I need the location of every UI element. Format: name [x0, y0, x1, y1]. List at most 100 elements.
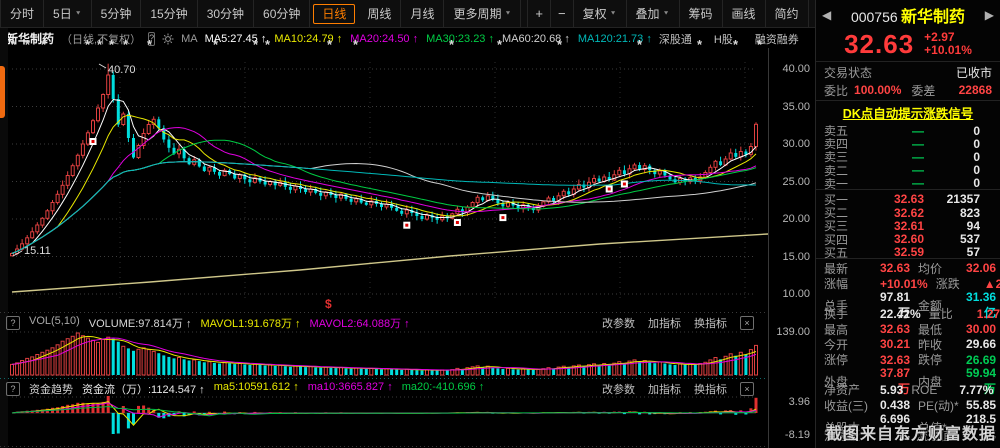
indicator-value: ma10:3665.827 ↑: [308, 381, 393, 397]
stock-trading-app: 分时5日▼5分钟15分钟30分钟60分钟日线周线月线更多周期▼ +−复权▼叠加▼…: [0, 0, 1000, 448]
period-daily[interactable]: 日线: [313, 4, 355, 24]
ask-row[interactable]: 卖五—0: [816, 122, 1000, 135]
price-tick: 10.00: [782, 288, 810, 300]
help-icon[interactable]: ?: [148, 32, 155, 46]
indicator-value: VOL(5,10): [29, 315, 80, 331]
volume-pane-buttons: 改参数加指标换指标 ×: [602, 315, 754, 331]
ma-values: MA5:27.45 ↑MA10:24.79 ↑MA20:24.50 ↑MA30:…: [205, 33, 652, 45]
svg-text:15.11: 15.11: [24, 245, 51, 257]
gear-icon[interactable]: [162, 33, 174, 45]
chevron-down-icon: ▼: [663, 11, 670, 17]
bid-row[interactable]: 买三32.6194: [816, 217, 1000, 230]
add-indicator-button[interactable]: 加指标: [648, 315, 681, 331]
price-change-pct: +10.01%: [924, 44, 972, 57]
moneyflow-pane-buttons: 改参数加指标换指标 ×: [602, 381, 754, 397]
price-tick: 25.00: [782, 176, 810, 188]
change-params-button[interactable]: 改参数: [602, 315, 635, 331]
ask-levels: 卖五—0卖四—0卖三—0卖二—0卖一—0: [816, 122, 1000, 188]
bid-levels: 买一32.6321357买二32.62823买三32.6194买四32.6053…: [816, 191, 1000, 257]
chevron-down-icon: ▼: [610, 11, 617, 17]
stat-row: 涨幅+10.01%涨跌▲2.97: [816, 275, 1000, 290]
trade-status-row: 交易状态 已收市: [816, 63, 1000, 81]
chart-toolbar: 分时5日▼5分钟15分钟30分钟60分钟日线周线月线更多周期▼ +−复权▼叠加▼…: [0, 0, 815, 28]
period-60min[interactable]: 60分钟: [254, 0, 310, 27]
ask-row[interactable]: 卖三—0: [816, 148, 1000, 161]
volume-values: VOL(5,10) VOLUME:97.814万 ↑ MAVOL1:91.678万 …: [29, 315, 410, 331]
switch-indicator-button[interactable]: 换指标: [694, 315, 727, 331]
zoom-in-button[interactable]: +: [527, 0, 551, 27]
bid-row[interactable]: 买二32.62823: [816, 204, 1000, 217]
bid-row[interactable]: 买一32.6321357: [816, 191, 1000, 204]
chart-stock-name: 新华制药: [6, 30, 54, 47]
indicator-value: MAVOL1:91.678万 ↑: [200, 315, 300, 331]
chevron-down-icon: ▼: [75, 11, 82, 17]
price-tick: 40.00: [782, 63, 810, 75]
toolbar-periods: 分时5日▼5分钟15分钟30分钟60分钟日线周线月线更多周期▼: [0, 0, 521, 27]
price-tick: 35.00: [782, 101, 810, 113]
period-15min[interactable]: 15分钟: [141, 0, 197, 27]
period-5min[interactable]: 5分钟: [92, 0, 142, 27]
indicator-value: MA10:24.79 ↑: [274, 33, 342, 45]
bid-row[interactable]: 买四32.60537: [816, 231, 1000, 244]
period-5day[interactable]: 5日▼: [44, 0, 92, 27]
stat-row: 收益(三)0.438PE(动)*55.85: [816, 397, 1000, 412]
simple-mode-button[interactable]: 简约: [766, 0, 809, 27]
period-weekly[interactable]: 周线: [358, 0, 401, 27]
indicator-value: MA120:21.73 ↑: [578, 33, 652, 45]
indicator-value: ma20:-410.696 ↑: [402, 381, 485, 397]
price-axis: 40.0035.0030.0025.0020.0015.0010.00139.0…: [768, 48, 815, 448]
ask-row[interactable]: 卖一—0: [816, 175, 1000, 188]
market-link-1[interactable]: H股: [714, 31, 733, 47]
adjust-dropdown[interactable]: 复权▼: [574, 0, 627, 27]
ask-row[interactable]: 卖四—0: [816, 135, 1000, 148]
quote-panel: ◀ 000756 新华制药 ▶ 32.63 +2.97 +10.01% 交易状态…: [815, 0, 1000, 448]
indicator-value: ma5:10591.612 ↑: [214, 381, 299, 397]
trade-status-label: 交易状态: [824, 64, 872, 81]
moneyflow-values: 资金趋势资金流（万）:1124.547 ↑ma5:10591.612 ↑ma10…: [29, 381, 484, 397]
dk-signal-link[interactable]: DK点自动提示涨跌信号: [816, 102, 1000, 122]
stat-row: 今开30.21昨收29.66: [816, 336, 1000, 351]
switch-indicator-button[interactable]: 换指标: [694, 381, 727, 397]
close-pane-icon[interactable]: ×: [740, 382, 754, 396]
chart-mode-label: （日线,不复权）: [61, 31, 141, 47]
indicator-value: MA5:27.45 ↑: [205, 33, 267, 45]
period-intraday[interactable]: 分时: [0, 0, 44, 27]
chip-distribution-button[interactable]: 筹码: [680, 0, 723, 27]
stat-row: 换手22.42%量比1.27: [816, 305, 1000, 320]
zoom-out-button[interactable]: −: [551, 0, 574, 27]
trade-status-value: 已收市: [956, 64, 992, 81]
last-price: 32.63: [844, 29, 914, 60]
close-pane-icon[interactable]: ×: [740, 316, 754, 330]
weicha-value: 22868: [959, 83, 992, 97]
period-monthly[interactable]: 月线: [401, 0, 444, 27]
market-links: 深股通 H股 融资融券: [659, 31, 799, 47]
draw-line-button[interactable]: 画线: [723, 0, 766, 27]
indicator-value: 资金趋势: [29, 381, 73, 397]
divider: [816, 100, 1000, 101]
stock-code: 000756: [851, 9, 898, 25]
next-stock-button[interactable]: ▶: [985, 8, 994, 22]
overlay-dropdown[interactable]: 叠加▼: [627, 0, 680, 27]
indicator-header: 新华制药 （日线,不复权） ? MA MA5:27.45 ↑MA10:24.79…: [0, 29, 815, 48]
period-more[interactable]: 更多周期▼: [444, 0, 521, 27]
axis-tick: 3.96: [789, 396, 810, 408]
change-params-button[interactable]: 改参数: [602, 381, 635, 397]
watermark: 截图来自东方财富数据: [826, 420, 996, 444]
period-30min[interactable]: 30分钟: [198, 0, 254, 27]
volume-header: ? VOL(5,10) VOLUME:97.814万 ↑ MAVOL1:91.678…: [0, 315, 768, 331]
stats-grid: 最新32.63均价32.06涨幅+10.01%涨跌▲2.97总手97.81万金额…: [816, 260, 1000, 442]
weibi-row: 委比 100.00% 委差 22868: [816, 81, 1000, 99]
indicator-value: VOLUME:97.814万 ↑: [89, 315, 192, 331]
bid-row[interactable]: 买五32.5957: [816, 244, 1000, 257]
prev-stock-button[interactable]: ◀: [822, 8, 831, 22]
help-icon[interactable]: ?: [6, 382, 20, 396]
market-link-0[interactable]: 深股通: [659, 31, 692, 47]
indicator-value: MA60:20.68 ↑: [502, 33, 570, 45]
stat-row: 最新32.63均价32.06: [816, 260, 1000, 275]
chevron-down-icon: ▼: [504, 11, 511, 17]
ask-row[interactable]: 卖二—0: [816, 162, 1000, 175]
market-link-2[interactable]: 融资融券: [755, 31, 799, 47]
help-icon[interactable]: ?: [6, 316, 20, 330]
candlestick-chart[interactable]: 40.7015.11$: [0, 48, 768, 312]
add-indicator-button[interactable]: 加指标: [648, 381, 681, 397]
